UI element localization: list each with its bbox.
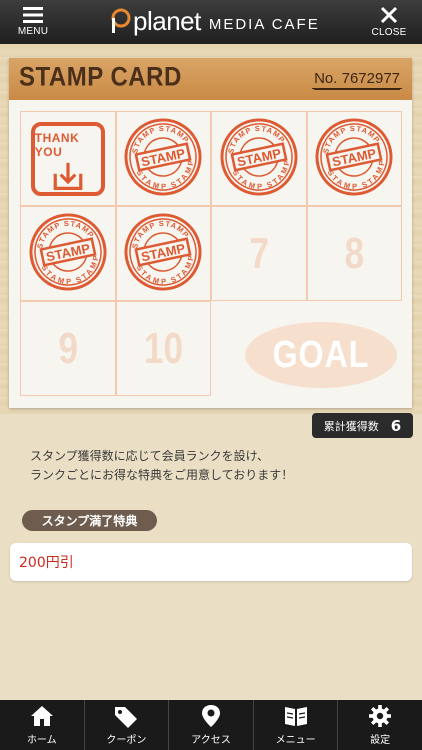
stamp-card-header: STAMP CARD No. 7672977 [9,58,412,100]
download-arrow-icon [53,162,83,190]
benefit-item-text: 200円引 [19,555,74,571]
hamburger-icon [23,7,43,23]
total-stamps-badge: 累計獲得数 6 [312,413,413,438]
stamp-slot-6: STAMP STAMP STAMP STAMP STAMP [115,206,211,301]
slot-number: 9 [57,323,78,373]
gear-icon [369,705,392,727]
stamp-slot-9: 9 [20,301,116,396]
stamp-grid: THANK YOU STAMP STAMP STAMP STAMP STAMP ST… [20,111,402,396]
nav-label: アクセス [191,735,231,746]
thank-you-stamp: THANK YOU [30,121,105,196]
home-icon [30,706,53,726]
stamp-seal-icon: STAMP STAMPSTAMP STAMPSTAMP [29,213,107,291]
card-number: No. 7672977 [312,70,402,89]
slot-number: 8 [344,228,365,278]
menu-button[interactable]: MENU [3,0,63,44]
stamp-slot-4: STAMP STAMP STAMP STAMP STAMP [306,111,402,206]
brand-name: planet [133,5,201,36]
benefit-item: 200円引 [10,543,412,581]
benefit-heading: スタンプ満了特典 [22,510,157,531]
goal-badge: GOAL [245,322,397,388]
book-icon [284,707,307,726]
stamp-slot-7: 7 [211,206,307,301]
nav-coupon[interactable]: クーポン [85,700,170,750]
stamp-seal-icon: STAMP STAMPSTAMP STAMPSTAMP [220,118,298,196]
description-line: ランクごとにお得な特典をご用意しております！ [30,468,294,482]
coupon-tag-icon [115,707,138,728]
stamp-card: STAMP CARD No. 7672977 THANK YOU STAMP S… [9,58,412,408]
close-button[interactable]: CLOSE [359,0,419,44]
brand-subtitle: MEDIA CAFE [208,15,320,33]
map-pin-icon [201,705,220,727]
slot-number: 10 [143,323,183,373]
menu-label: MENU [17,26,49,37]
nav-home[interactable]: ホーム [0,700,85,750]
close-label: CLOSE [371,27,407,38]
stamp-slot-5: STAMP STAMP STAMP STAMP STAMP [20,206,116,301]
stamp-slot-8: 8 [306,206,402,301]
thank-you-text: THANK YOU [34,130,80,159]
stamp-slot-10: 10 [115,301,211,396]
stamp-slot-2: STAMP STAMP STAMP STAMP STAMP [115,111,211,206]
logo-mark-icon [111,8,131,33]
nav-label: メニュー [275,735,316,746]
stamp-slot-1: THANK YOU [20,111,116,206]
slot-number: 7 [248,228,269,278]
nav-access[interactable]: アクセス [169,700,254,750]
nav-label: 設定 [370,735,391,746]
rank-description: スタンプ獲得数に応じて会員ランクを設け、 ランクごとにお得な特典をご用意しており… [30,447,410,485]
stamp-seal-icon: STAMP STAMPSTAMP STAMPSTAMP [124,118,202,196]
stamp-slot-3: STAMP STAMP STAMP STAMP STAMP [211,111,307,206]
description-line: スタンプ獲得数に応じて会員ランクを設け、 [30,449,270,463]
stamp-seal-icon: STAMP STAMPSTAMP STAMPSTAMP [315,118,393,196]
nav-label: ホーム [26,735,57,746]
bottom-nav: ホーム クーポン アクセス メニュー 設定 [0,700,422,750]
app-header: MENU planet MEDIA CAFE CLOSE [0,0,422,44]
nav-label: クーポン [106,735,147,746]
nav-settings[interactable]: 設定 [338,700,422,750]
close-icon [380,6,398,24]
stamp-card-title: STAMP CARD [19,62,182,93]
total-stamps-value: 6 [390,416,402,435]
nav-menu[interactable]: メニュー [254,700,339,750]
total-stamps-label: 累計獲得数 [323,419,379,433]
goal-label: GOAL [272,333,370,376]
stamp-seal-icon: STAMP STAMPSTAMP STAMPSTAMP [124,213,202,291]
brand-logo: planet MEDIA CAFE [110,6,320,36]
